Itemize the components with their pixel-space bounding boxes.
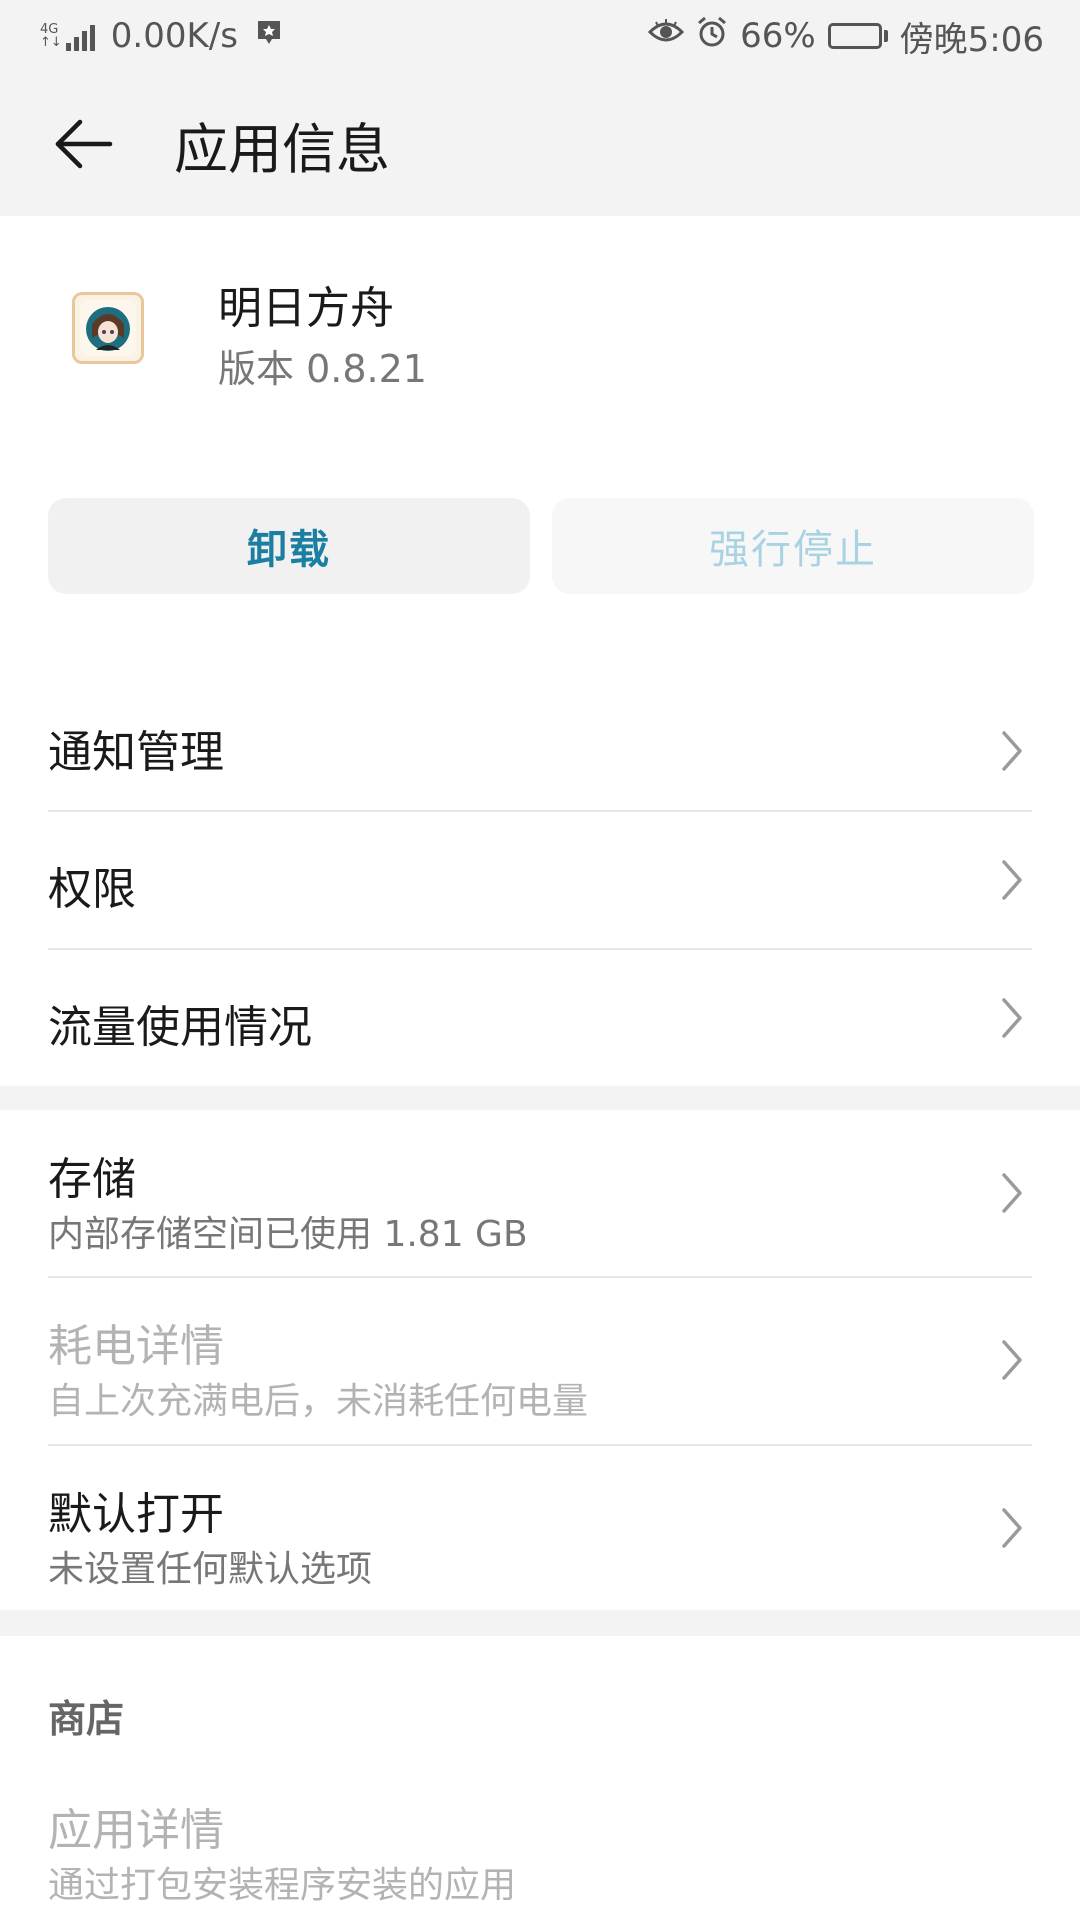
signal-strength-icon bbox=[65, 21, 95, 51]
battery-percent: 66% bbox=[740, 16, 816, 56]
network-speed: 0.00K/s bbox=[110, 16, 238, 56]
item-title: 流量使用情况 bbox=[48, 1002, 312, 1053]
item-subtitle: 内部存储空间已使用 1.81 GB bbox=[48, 1214, 528, 1255]
item-subtitle: 未设置任何默认选项 bbox=[48, 1549, 373, 1590]
network-activity-label: ↑↓ bbox=[40, 35, 62, 50]
item-subtitle: 通过打包安装程序安装的应用 bbox=[48, 1865, 517, 1906]
battery-icon bbox=[827, 23, 888, 49]
app-version: 版本 0.8.21 bbox=[218, 347, 427, 391]
status-bar-left: 4G ↑↓ 0.00K/s bbox=[40, 16, 300, 56]
item-title: 存储 bbox=[48, 1154, 136, 1205]
item-subtitle: 自上次充满电后，未消耗任何电量 bbox=[48, 1381, 589, 1422]
chevron-right-icon bbox=[992, 1498, 1032, 1558]
item-title: 权限 bbox=[48, 864, 136, 915]
chevron-right-icon bbox=[992, 988, 1032, 1048]
item-title: 耗电详情 bbox=[48, 1321, 224, 1372]
chevron-right-icon bbox=[992, 850, 1032, 910]
status-bar: 4G ↑↓ 0.00K/s 66% 傍晚5:06 bbox=[0, 0, 1080, 72]
page-title: 应用信息 bbox=[174, 117, 390, 181]
alarm-icon bbox=[696, 16, 728, 57]
top-app-bar: 应用信息 bbox=[0, 72, 1080, 216]
force-stop-button[interactable]: 强行停止 bbox=[552, 498, 1034, 594]
clock: 傍晚5:06 bbox=[899, 19, 1044, 60]
item-title: 默认打开 bbox=[48, 1489, 224, 1540]
open-by-default-item[interactable]: 默认打开 未设置任何默认选项 bbox=[48, 1446, 1032, 1610]
chevron-right-icon bbox=[992, 1330, 1032, 1390]
app-details-item[interactable]: 应用详情 通过打包安装程序安装的应用 bbox=[48, 1770, 1032, 1920]
app-name: 明日方舟 bbox=[218, 283, 394, 334]
eye-comfort-icon bbox=[647, 16, 685, 56]
data-usage-item[interactable]: 流量使用情况 bbox=[48, 950, 1032, 1086]
uninstall-button[interactable]: 卸载 bbox=[48, 498, 530, 594]
notification-app-icon bbox=[254, 16, 284, 56]
app-icon bbox=[72, 292, 144, 364]
network-type-indicator: 4G ↑↓ bbox=[40, 23, 62, 49]
item-title: 应用详情 bbox=[48, 1805, 224, 1856]
storage-item[interactable]: 存储 内部存储空间已使用 1.81 GB bbox=[48, 1110, 1032, 1276]
store-section-header: 商店 bbox=[48, 1697, 125, 1741]
battery-usage-item[interactable]: 耗电详情 自上次充满电后，未消耗任何电量 bbox=[48, 1278, 1032, 1444]
chevron-right-icon bbox=[992, 721, 1032, 781]
back-arrow-icon[interactable] bbox=[36, 96, 132, 192]
item-title: 通知管理 bbox=[48, 727, 224, 778]
status-bar-right: 66% 傍晚5:06 bbox=[636, 12, 1044, 61]
permissions-item[interactable]: 权限 bbox=[48, 812, 1032, 948]
notification-management-item[interactable]: 通知管理 bbox=[48, 690, 1032, 812]
chevron-right-icon bbox=[992, 1163, 1032, 1223]
